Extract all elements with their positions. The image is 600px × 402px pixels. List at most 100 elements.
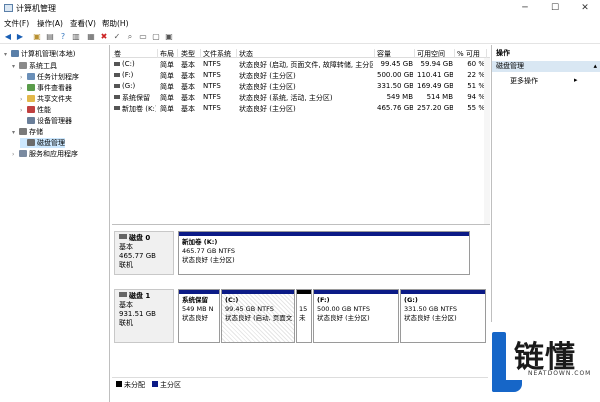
partition-size: 15 bbox=[299, 305, 308, 313]
tree-item-label: 磁盘管理 bbox=[37, 139, 65, 147]
tree-expander-icon[interactable]: › bbox=[20, 106, 27, 116]
tree-item[interactable]: › 性能 bbox=[20, 105, 51, 115]
table-cell: 简单 bbox=[160, 94, 174, 102]
search-icon[interactable]: ⌕ bbox=[125, 32, 135, 42]
partition-unallocated[interactable]: 15 未 bbox=[296, 289, 312, 343]
partition-name: (G:) bbox=[404, 296, 418, 304]
performance-icon bbox=[27, 106, 35, 113]
disk-0-label[interactable]: 磁盘 0 基本 465.77 GB 联机 bbox=[114, 231, 174, 275]
tools-icon bbox=[19, 62, 27, 69]
details-icon[interactable]: ▦ bbox=[86, 32, 96, 42]
title-bar: 计算机管理 ─ ☐ ✕ bbox=[0, 0, 600, 16]
menu-action[interactable]: 操作(A) bbox=[37, 18, 63, 29]
folder-icon bbox=[27, 95, 35, 102]
vertical-scrollbar[interactable] bbox=[484, 58, 490, 224]
help-icon[interactable]: ? bbox=[58, 32, 68, 42]
forward-icon[interactable]: ▶ bbox=[15, 32, 25, 42]
disk-icon bbox=[119, 292, 127, 297]
table-cell: 基本 bbox=[181, 83, 195, 91]
table-cell: 新加卷 (K:) bbox=[122, 105, 156, 113]
table-cell: NTFS bbox=[203, 82, 221, 90]
tree-item-label: 任务计划程序 bbox=[37, 73, 79, 81]
disk-type: 基本 bbox=[119, 301, 133, 309]
menu-help[interactable]: 帮助(H) bbox=[102, 18, 129, 29]
tree-item[interactable]: › 服务和应用程序 bbox=[12, 149, 78, 159]
show-pane-icon[interactable]: ▥ bbox=[71, 32, 81, 42]
column-header[interactable]: 文件系统 bbox=[201, 49, 237, 58]
tree-expander-icon[interactable]: ▾ bbox=[12, 128, 19, 138]
back-icon[interactable]: ◀ bbox=[3, 32, 13, 42]
tree-expander-icon[interactable]: ▾ bbox=[12, 62, 19, 72]
tree-item[interactable]: › 事件查看器 bbox=[20, 83, 72, 93]
primary-partition-bar bbox=[222, 290, 294, 294]
disk-1-label[interactable]: 磁盘 1 基本 931.51 GB 联机 bbox=[114, 289, 174, 343]
up-folder-icon[interactable]: ▣ bbox=[32, 32, 42, 42]
tree-expander-icon[interactable]: › bbox=[12, 150, 19, 160]
legend-swatch-unallocated bbox=[116, 381, 122, 387]
table-cell: NTFS bbox=[203, 104, 221, 112]
table-cell: 基本 bbox=[181, 61, 195, 69]
more-actions-link[interactable]: 更多操作 ▸ bbox=[510, 76, 578, 86]
column-header[interactable]: 状态 bbox=[237, 49, 375, 58]
tree-expander-icon[interactable]: › bbox=[20, 73, 27, 83]
table-cell: (C:) bbox=[122, 60, 135, 68]
refresh-icon[interactable]: ▢ bbox=[151, 32, 161, 42]
disk-status: 联机 bbox=[119, 261, 133, 269]
disk-size: 931.51 GB bbox=[119, 310, 156, 318]
partition-k[interactable]: 新加卷 (K:) 465.77 GB NTFS 状态良好 (主分区) bbox=[178, 231, 470, 275]
partition-size: 549 MB N bbox=[182, 305, 214, 313]
column-header[interactable]: 布局 bbox=[158, 49, 178, 58]
tree-item[interactable]: ▾ 存储 bbox=[12, 127, 43, 137]
tree-item[interactable]: ▾ 计算机管理(本地) bbox=[4, 49, 75, 59]
check-icon[interactable]: ✓ bbox=[112, 32, 122, 42]
tree-item[interactable]: 设备管理器 bbox=[20, 116, 72, 126]
table-row[interactable]: 新加卷 (K:) 简单 基本 NTFS 状态良好 (主分区) 465.76 GB 257.2… bbox=[112, 103, 490, 113]
primary-partition-bar bbox=[314, 290, 398, 294]
minimize-button[interactable]: ─ bbox=[510, 0, 540, 16]
column-header[interactable]: 卷 bbox=[112, 49, 158, 58]
partition-status: 状态良好 (主分区) bbox=[404, 314, 457, 322]
table-row[interactable]: 系统保留 简单 基本 NTFS 状态良好 (系统, 活动, 主分区) 549 MB 514 … bbox=[112, 92, 490, 102]
table-row[interactable]: (F:) 简单 基本 NTFS 状态良好 (主分区) 500.00 GB 110.41 GB… bbox=[112, 70, 490, 80]
partition-f[interactable]: (F:) 500.00 GB NTFS 状态良好 (主分区) bbox=[313, 289, 399, 343]
export-icon[interactable]: ▭ bbox=[138, 32, 148, 42]
table-cell: 514 MB bbox=[426, 93, 453, 101]
actions-section-disk-management[interactable]: 磁盘管理 ▴ bbox=[492, 61, 600, 72]
partition-c[interactable]: (C:) 99.45 GB NTFS 状态良好 (启动, 页面文 bbox=[221, 289, 295, 343]
partition-g[interactable]: (G:) 331.50 GB NTFS 状态良好 (主分区) bbox=[400, 289, 486, 343]
table-row[interactable]: (C:) 简单 基本 NTFS 状态良好 (启动, 页面文件, 故障转储, 主分区) 99… bbox=[112, 59, 490, 69]
unallocated-bar bbox=[297, 290, 311, 294]
computer-management-icon bbox=[4, 4, 13, 12]
maximize-button[interactable]: ☐ bbox=[540, 0, 570, 16]
tree-item[interactable]: 磁盘管理 bbox=[20, 138, 65, 148]
table-cell: 系统保留 bbox=[122, 94, 150, 102]
delete-icon[interactable]: ✖ bbox=[99, 32, 109, 42]
tree-expander-icon[interactable]: ▾ bbox=[4, 50, 11, 60]
actions-section-label: 磁盘管理 bbox=[496, 62, 524, 70]
column-header[interactable]: 类型 bbox=[179, 49, 201, 58]
column-header[interactable]: % 可用 bbox=[455, 49, 487, 58]
tree-item-label: 设备管理器 bbox=[37, 117, 72, 125]
disk-type: 基本 bbox=[119, 243, 133, 251]
partition-size: 500.00 GB NTFS bbox=[317, 305, 370, 313]
column-header[interactable]: 可用空间 bbox=[415, 49, 455, 58]
computer-icon bbox=[11, 50, 19, 57]
table-cell: 基本 bbox=[181, 94, 195, 102]
tree-expander-icon[interactable]: › bbox=[20, 84, 27, 94]
table-row[interactable]: (G:) 简单 基本 NTFS 状态良好 (主分区) 331.50 GB 169.49 GB… bbox=[112, 81, 490, 91]
properties-icon[interactable]: ▤ bbox=[45, 32, 55, 42]
clock-icon bbox=[27, 73, 35, 80]
close-button[interactable]: ✕ bbox=[570, 0, 600, 16]
menu-file[interactable]: 文件(F) bbox=[4, 18, 29, 29]
table-cell: 基本 bbox=[181, 105, 195, 113]
settings-icon[interactable]: ▣ bbox=[164, 32, 174, 42]
tree-item[interactable]: ▾ 系统工具 bbox=[12, 61, 57, 71]
menu-view[interactable]: 查看(V) bbox=[70, 18, 96, 29]
tree-item[interactable]: › 共享文件夹 bbox=[20, 94, 72, 104]
table-cell: 22 % bbox=[467, 71, 485, 79]
partition-system-reserved[interactable]: 系统保留 549 MB N 状态良好 bbox=[178, 289, 220, 343]
column-header[interactable]: 容量 bbox=[375, 49, 415, 58]
tree-expander-icon[interactable]: › bbox=[20, 95, 27, 105]
disk-size: 465.77 GB bbox=[119, 252, 156, 260]
tree-item[interactable]: › 任务计划程序 bbox=[20, 72, 79, 82]
